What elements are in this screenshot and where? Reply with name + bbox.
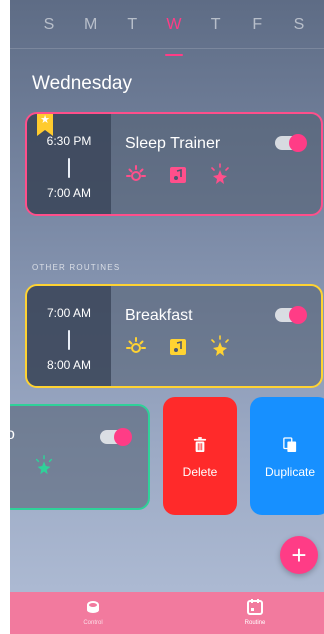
day-selector-divider: [10, 48, 324, 49]
start-time: 7:00 AM: [46, 306, 92, 320]
nav-item-label: Control: [83, 620, 103, 626]
light-icon: [123, 162, 149, 188]
bottom-nav: Control Routine: [10, 592, 324, 634]
time-range: 7:00 AM 8:00 AM: [27, 286, 111, 386]
day-selector: S M T W T F S: [10, 14, 324, 56]
sound-icon: [165, 162, 191, 188]
day-tuesday[interactable]: T: [117, 14, 147, 48]
delete-button[interactable]: Delete: [163, 397, 237, 515]
star-icon: ★: [40, 114, 50, 126]
day-monday[interactable]: M: [76, 14, 106, 48]
day-thursday[interactable]: T: [201, 14, 231, 48]
routine-name: o: [10, 426, 15, 444]
day-friday[interactable]: F: [242, 14, 272, 48]
nav-item-label: Routine: [244, 620, 266, 626]
trash-icon: [163, 437, 237, 457]
favorite-badge: ★: [37, 114, 53, 136]
toggle-knob: [289, 306, 307, 324]
control-icon: [84, 598, 102, 616]
add-routine-button[interactable]: +: [280, 536, 318, 574]
app-screen: S M T W T F S Wednesday ★ 6:30 PM 7:00 A…: [10, 0, 324, 634]
routine-card-swiped[interactable]: o: [10, 404, 150, 510]
time-separator: [68, 158, 70, 178]
calendar-icon: [246, 598, 264, 616]
routine-toggle[interactable]: [100, 428, 132, 446]
routine-card-sleep-trainer[interactable]: ★ 6:30 PM 7:00 AM Sleep Trainer: [25, 112, 323, 216]
time-range: ★ 6:30 PM 7:00 AM: [27, 114, 111, 214]
toggle-knob: [114, 428, 132, 446]
sparkle-icon: [32, 454, 56, 478]
sparkle-icon: [207, 334, 233, 360]
routine-name: Sleep Trainer: [125, 135, 221, 152]
duplicate-button[interactable]: Duplicate: [250, 397, 324, 515]
routine-name: Breakfast: [125, 307, 193, 324]
time-separator: [68, 330, 70, 350]
routine-card-breakfast[interactable]: 7:00 AM 8:00 AM Breakfast: [25, 284, 323, 388]
delete-label: Delete: [182, 465, 218, 479]
toggle-knob: [289, 134, 307, 152]
day-saturday[interactable]: S: [284, 14, 314, 48]
nav-item-routine[interactable]: Routine: [210, 598, 300, 626]
section-label-other-routines: OTHER ROUTINES: [32, 263, 121, 272]
day-wednesday[interactable]: W: [159, 14, 189, 56]
end-time: 8:00 AM: [46, 358, 92, 372]
routine-toggle[interactable]: [275, 134, 307, 152]
duplicate-label: Duplicate: [264, 465, 316, 479]
duplicate-icon: [250, 437, 324, 457]
page-title: Wednesday: [32, 73, 132, 94]
nav-item-control[interactable]: Control: [48, 598, 138, 626]
routine-toggle[interactable]: [275, 306, 307, 324]
light-icon: [123, 334, 149, 360]
sparkle-icon: [207, 162, 233, 188]
start-time: 6:30 PM: [46, 134, 92, 148]
sound-icon: [165, 334, 191, 360]
end-time: 7:00 AM: [46, 186, 92, 200]
day-sunday[interactable]: S: [34, 14, 64, 48]
